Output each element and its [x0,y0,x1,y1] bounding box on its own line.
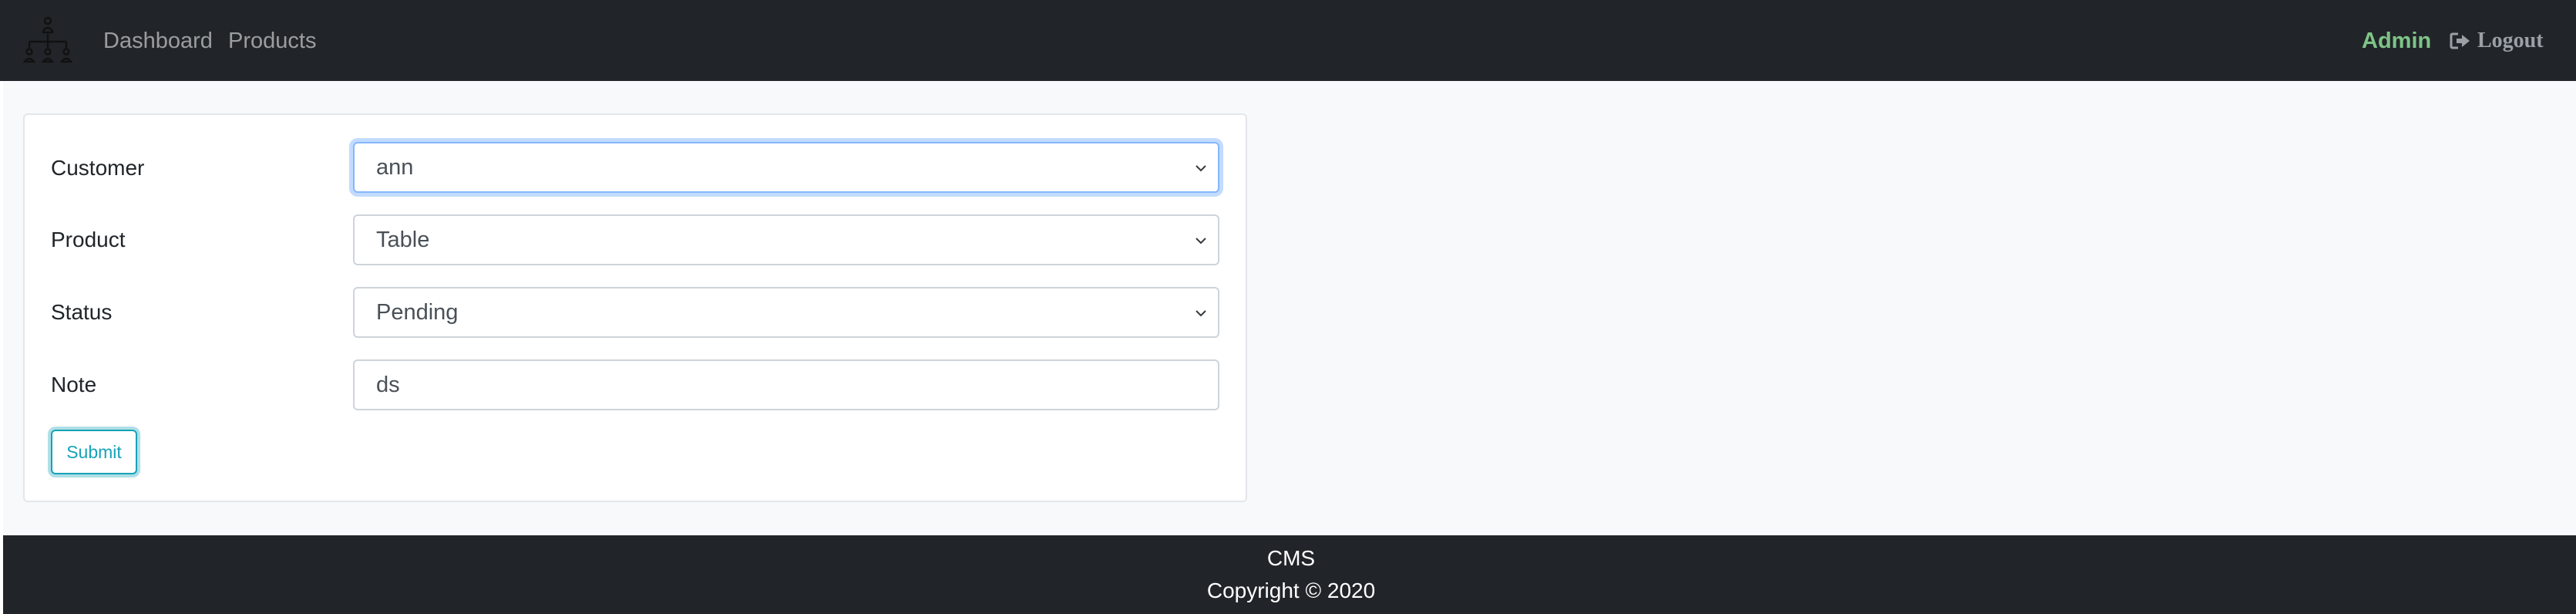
product-label: Product [51,228,126,251]
status-select-value: Pending [376,300,459,325]
submit-button[interactable]: Submit [51,430,137,474]
logout-label: Logout [2477,29,2544,52]
customer-select[interactable]: ann [353,142,1219,193]
user-admin-link[interactable]: Admin [2362,26,2431,56]
chevron-down-icon [1196,165,1206,172]
footer-title: CMS [1266,546,1316,570]
nav-link-dashboard[interactable]: Dashboard [103,26,213,56]
note-input[interactable]: ds [353,359,1219,410]
logout-link[interactable]: Logout [2450,26,2544,56]
nav-link-products[interactable]: Products [228,26,316,56]
chevron-down-icon [1196,310,1206,317]
status-select[interactable]: Pending [353,287,1219,338]
top-navbar: Dashboard Products Admin Logout [0,0,2576,81]
product-select[interactable]: Table [353,214,1219,265]
customer-label: Customer [51,156,145,180]
note-input-value: ds [376,373,400,397]
footer-copyright: Copyright © 2020 [1206,579,1376,602]
sign-out-icon [2450,32,2470,49]
customer-select-value: ann [376,155,414,180]
chevron-down-icon [1196,238,1206,245]
product-select-value: Table [376,228,430,252]
status-label: Status [51,300,113,324]
org-chart-icon[interactable] [22,14,74,66]
footer: CMS Copyright © 2020 [0,535,2576,614]
note-label: Note [51,373,97,396]
